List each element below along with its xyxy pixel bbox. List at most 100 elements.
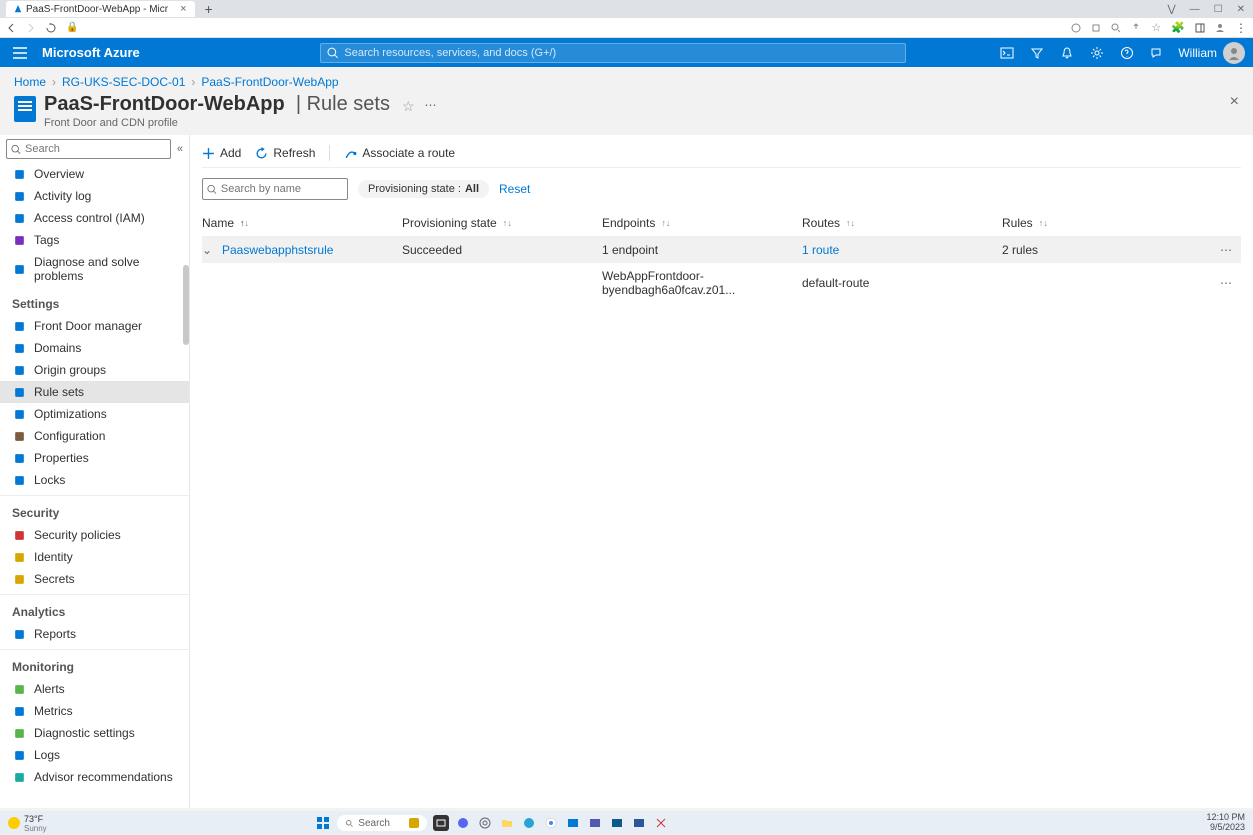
snip-icon[interactable] xyxy=(653,815,669,831)
sidebar-item[interactable]: Alerts xyxy=(0,678,189,700)
collapse-sidebar-icon[interactable]: « xyxy=(177,143,183,155)
nav-back-icon[interactable] xyxy=(6,23,16,33)
sidebar-item[interactable]: Secrets xyxy=(0,568,189,590)
chrome-icon[interactable] xyxy=(543,815,559,831)
sidebar-item[interactable]: Security policies xyxy=(0,524,189,546)
col-rules[interactable]: Rules↑↓ xyxy=(1002,216,1241,230)
nav-reload-icon[interactable] xyxy=(46,23,56,33)
filter-icon[interactable] xyxy=(1022,46,1052,60)
row-more-icon[interactable]: ⋯ xyxy=(1220,276,1241,290)
sidebar-item[interactable]: Tags xyxy=(0,229,189,251)
row-more-icon[interactable]: ⋯ xyxy=(1220,243,1241,257)
ruleset-link[interactable]: Paaswebapphstsrule xyxy=(222,243,333,257)
filter-pill[interactable]: Provisioning state : All xyxy=(358,180,489,198)
page-title: PaaS-FrontDoor-WebApp | Rule sets xyxy=(44,93,390,116)
browser-tab[interactable]: PaaS-FrontDoor-WebApp - Micr × xyxy=(6,1,195,17)
outlook-icon[interactable] xyxy=(565,815,581,831)
sidebar-item[interactable]: Metrics xyxy=(0,700,189,722)
window-min-icon[interactable]: ⋁ xyxy=(1167,4,1175,15)
favorite-button[interactable]: ☆ xyxy=(402,98,415,115)
sidebar-item[interactable]: Diagnose and solve problems xyxy=(0,251,189,287)
sidepanel-icon[interactable] xyxy=(1195,23,1205,33)
share-icon[interactable] xyxy=(1131,23,1141,33)
profile-icon[interactable] xyxy=(1215,23,1225,33)
ext-icon[interactable] xyxy=(1091,23,1101,33)
sidebar-search[interactable] xyxy=(6,139,171,159)
kebab-icon[interactable]: ⋮ xyxy=(1235,21,1247,35)
start-button[interactable] xyxy=(315,815,331,831)
global-search-input[interactable] xyxy=(344,47,898,59)
cloudshell-icon[interactable] xyxy=(992,46,1022,60)
chat-icon[interactable] xyxy=(455,815,471,831)
terminal-icon[interactable] xyxy=(609,815,625,831)
sidebar-item[interactable]: Logs xyxy=(0,744,189,766)
chevron-down-icon[interactable]: ⌄ xyxy=(202,243,216,257)
col-endpoints[interactable]: Endpoints↑↓ xyxy=(602,216,802,230)
table-row[interactable]: ⌄ Paaswebapphstsrule Succeeded 1 endpoin… xyxy=(202,237,1241,263)
route-link[interactable]: 1 route xyxy=(802,243,839,257)
teams-icon[interactable] xyxy=(587,815,603,831)
sidebar-item[interactable]: Diagnostic settings xyxy=(0,722,189,744)
tab-close-icon[interactable]: × xyxy=(180,3,186,15)
sidebar-item[interactable]: Access control (IAM) xyxy=(0,207,189,229)
col-routes[interactable]: Routes↑↓ xyxy=(802,216,1002,230)
sidebar-item[interactable]: Optimizations xyxy=(0,403,189,425)
breadcrumb-item[interactable]: PaaS-FrontDoor-WebApp xyxy=(201,75,338,89)
sidebar-item[interactable]: Activity log xyxy=(0,185,189,207)
sidebar-item[interactable]: Properties xyxy=(0,447,189,469)
window-close-button[interactable]: ✕ xyxy=(1237,4,1245,15)
close-blade-button[interactable]: × xyxy=(1230,93,1239,111)
sidebar-item[interactable]: Domains xyxy=(0,337,189,359)
brand-label[interactable]: Microsoft Azure xyxy=(42,45,140,60)
associate-route-button[interactable]: Associate a route xyxy=(344,146,455,160)
scrollbar-thumb[interactable] xyxy=(183,265,189,345)
window-min-button[interactable]: — xyxy=(1190,4,1200,15)
breadcrumb-item[interactable]: RG-UKS-SEC-DOC-01 xyxy=(62,75,185,89)
search-icon xyxy=(207,184,217,195)
sidebar-item[interactable]: Locks xyxy=(0,469,189,491)
puzzle-icon[interactable]: 🧩 xyxy=(1171,21,1185,34)
bell-icon[interactable] xyxy=(1052,46,1082,60)
new-tab-button[interactable]: + xyxy=(205,1,213,17)
explorer-icon[interactable] xyxy=(499,815,515,831)
help-icon[interactable] xyxy=(1112,46,1142,60)
resource-icon xyxy=(14,96,36,122)
nav-forward-icon[interactable] xyxy=(26,23,36,33)
taskbar-search[interactable]: Search xyxy=(337,815,427,831)
taskview-icon[interactable] xyxy=(433,815,449,831)
col-state[interactable]: Provisioning state↑↓ xyxy=(402,216,602,230)
add-button[interactable]: Add xyxy=(202,146,241,160)
sidebar-search-input[interactable] xyxy=(25,143,166,155)
zoom-icon[interactable] xyxy=(1111,23,1121,33)
sidebar-item[interactable]: Rule sets xyxy=(0,381,189,403)
settings-icon[interactable] xyxy=(477,815,493,831)
gtranslate-icon[interactable] xyxy=(1071,23,1081,33)
sidebar-item[interactable]: Configuration xyxy=(0,425,189,447)
name-search-input[interactable] xyxy=(221,183,343,195)
bookmark-icon[interactable]: ☆ xyxy=(1151,21,1161,34)
sidebar-item[interactable]: Overview xyxy=(0,163,189,185)
edge-icon[interactable] xyxy=(521,815,537,831)
reset-filters-button[interactable]: Reset xyxy=(499,182,530,196)
table-row[interactable]: WebAppFrontdoor-byendbagh6a0fcav.z01... … xyxy=(202,263,1241,303)
col-name[interactable]: Name↑↓ xyxy=(202,216,402,230)
name-search[interactable] xyxy=(202,178,348,200)
window-max-button[interactable]: ☐ xyxy=(1214,4,1223,15)
global-search[interactable] xyxy=(320,43,906,63)
word-icon[interactable] xyxy=(631,815,647,831)
sidebar-item[interactable]: Front Door manager xyxy=(0,315,189,337)
breadcrumb-item[interactable]: Home xyxy=(14,75,46,89)
gear-icon[interactable] xyxy=(1082,46,1112,60)
nav-icon xyxy=(12,704,26,718)
more-icon[interactable]: ⋯ xyxy=(425,98,437,112)
sidebar-item[interactable]: Origin groups xyxy=(0,359,189,381)
feedback-icon[interactable] xyxy=(1142,46,1172,60)
hamburger-button[interactable] xyxy=(0,47,40,59)
user-menu[interactable]: William xyxy=(1178,42,1245,64)
refresh-button[interactable]: Refresh xyxy=(255,146,315,160)
sidebar-item[interactable]: Reports xyxy=(0,623,189,645)
system-clock[interactable]: 12:10 PM 9/5/2023 xyxy=(1206,813,1245,833)
sidebar-item[interactable]: Advisor recommendations xyxy=(0,766,189,788)
weather-widget[interactable]: 73°F Sunny xyxy=(8,814,47,833)
sidebar-item[interactable]: Identity xyxy=(0,546,189,568)
